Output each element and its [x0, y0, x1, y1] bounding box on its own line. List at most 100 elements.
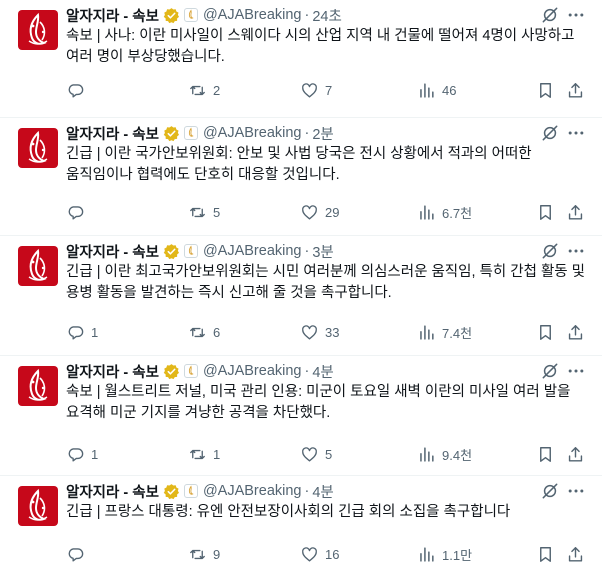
- like-button[interactable]: 29: [300, 202, 339, 222]
- tweet-text: 속보 | 월스트리트 저널, 미국 관리 인용: 미군이 토요일 새벽 이란의 …: [66, 384, 571, 421]
- author-name[interactable]: 알자지라 - 속보: [66, 5, 159, 26]
- reply-button[interactable]: [66, 80, 91, 100]
- view-count: 46: [442, 82, 457, 98]
- repost-count: 5: [213, 204, 221, 220]
- repost-button[interactable]: 2: [188, 80, 220, 100]
- bookmark-button[interactable]: [536, 444, 555, 464]
- avatar[interactable]: [18, 366, 58, 406]
- timestamp[interactable]: 4분: [312, 481, 333, 502]
- action-bar: 5 29 6.7천: [66, 202, 590, 222]
- action-bar: 1 6 33 7.4천: [66, 322, 590, 342]
- view-count: 6.7천: [442, 205, 473, 221]
- affiliate-badge-icon: [183, 364, 198, 378]
- avatar[interactable]: [18, 128, 58, 168]
- author-name[interactable]: 알자지라 - 속보: [66, 361, 159, 382]
- tweet-text: 긴급 | 프랑스 대통령: 유엔 안전보장이사회의 긴급 회의 소집을 촉구합니…: [66, 504, 511, 520]
- tweet[interactable]: 알자지라 - 속보 @AJABreaking · 3분 긴급 | 이란 최고국가…: [0, 236, 602, 356]
- reply-button[interactable]: [66, 202, 91, 222]
- reply-button[interactable]: 1: [66, 322, 98, 342]
- view-count: 1.1만: [442, 547, 473, 563]
- more-icon[interactable]: [566, 5, 586, 25]
- separator-dot: ·: [304, 7, 310, 23]
- like-button[interactable]: 7: [300, 80, 332, 100]
- like-button[interactable]: 33: [300, 322, 339, 342]
- verified-badge-icon: [163, 125, 180, 142]
- more-icon[interactable]: [566, 481, 586, 501]
- avatar[interactable]: [18, 10, 58, 50]
- repost-button[interactable]: 5: [188, 202, 220, 222]
- like-button[interactable]: 5: [300, 444, 332, 464]
- author-name[interactable]: 알자지라 - 속보: [66, 123, 159, 144]
- view-count: 9.4천: [442, 447, 473, 463]
- tweet[interactable]: 알자지라 - 속보 @AJABreaking · 4분 긴급 | 프랑스 대통령…: [0, 476, 602, 583]
- views-button[interactable]: 46: [417, 80, 456, 100]
- tweet-header: 알자지라 - 속보 @AJABreaking · 3분: [66, 241, 334, 261]
- share-button[interactable]: [566, 444, 585, 464]
- share-button[interactable]: [566, 80, 585, 100]
- views-button[interactable]: 9.4천: [417, 444, 472, 464]
- like-button[interactable]: 16: [300, 544, 339, 564]
- bookmark-button[interactable]: [536, 202, 555, 222]
- reply-button[interactable]: [66, 544, 91, 564]
- views-icon: [420, 204, 434, 220]
- grok-icon[interactable]: [540, 123, 560, 143]
- author-handle[interactable]: @AJABreaking: [203, 363, 302, 379]
- tweet-text: 긴급 | 이란 최고국가안보위원회는 시민 여러분께 의심스러운 움직임, 특히…: [66, 264, 586, 301]
- affiliate-badge-icon: [183, 484, 198, 498]
- tweet[interactable]: 알자지라 - 속보 @AJABreaking · 2분 긴급 | 이란 국가안보…: [0, 118, 602, 236]
- tweet[interactable]: 알자지라 - 속보 @AJABreaking · 24초 속보 | 사나: 이란…: [0, 0, 602, 118]
- repost-button[interactable]: 9: [188, 544, 220, 564]
- author-handle[interactable]: @AJABreaking: [203, 243, 302, 259]
- author-handle[interactable]: @AJABreaking: [203, 483, 302, 499]
- reply-icon: [68, 547, 84, 562]
- timestamp[interactable]: 4분: [312, 361, 333, 382]
- repost-button[interactable]: 6: [188, 322, 220, 342]
- reply-button[interactable]: 1: [66, 444, 98, 464]
- timestamp[interactable]: 24초: [312, 5, 341, 26]
- tweet-header: 알자지라 - 속보 @AJABreaking · 4분: [66, 361, 334, 381]
- author-name[interactable]: 알자지라 - 속보: [66, 481, 159, 502]
- bookmark-icon: [540, 546, 551, 562]
- bookmark-button[interactable]: [536, 322, 555, 342]
- author-handle[interactable]: @AJABreaking: [203, 7, 302, 23]
- grok-icon[interactable]: [540, 361, 560, 381]
- bookmark-button[interactable]: [536, 80, 555, 100]
- share-button[interactable]: [566, 322, 585, 342]
- share-button[interactable]: [566, 202, 585, 222]
- timestamp[interactable]: 2분: [312, 123, 333, 144]
- avatar[interactable]: [18, 246, 58, 286]
- repost-icon: [190, 449, 205, 459]
- more-icon[interactable]: [566, 361, 586, 381]
- repost-count: 2: [213, 82, 221, 98]
- repost-count: 1: [213, 446, 221, 462]
- grok-icon[interactable]: [540, 5, 560, 25]
- grok-icon[interactable]: [540, 241, 560, 261]
- like-icon: [302, 82, 317, 98]
- timeline-feed: 알자지라 - 속보 @AJABreaking · 24초 속보 | 사나: 이란…: [0, 0, 602, 583]
- author-handle[interactable]: @AJABreaking: [203, 125, 302, 141]
- more-icon[interactable]: [566, 241, 586, 261]
- tweet-text: 속보 | 사나: 이란 미사일이 스웨이다 시의 산업 지역 내 건물에 떨어져…: [66, 28, 575, 65]
- like-count: 7: [325, 82, 333, 98]
- share-icon: [568, 546, 583, 562]
- action-bar: 9 16 1.1만: [66, 544, 590, 564]
- avatar[interactable]: [18, 486, 58, 526]
- timestamp[interactable]: 3분: [312, 241, 333, 262]
- share-button[interactable]: [566, 544, 585, 564]
- views-button[interactable]: 1.1만: [417, 544, 472, 564]
- like-icon: [302, 204, 317, 220]
- affiliate-badge-icon: [183, 8, 198, 22]
- like-count: 16: [325, 546, 340, 562]
- author-name[interactable]: 알자지라 - 속보: [66, 241, 159, 262]
- tweet-text: 긴급 | 이란 국가안보위원회: 안보 및 사법 당국은 전시 상황에서 적과의…: [66, 146, 532, 183]
- repost-icon: [190, 327, 205, 337]
- more-icon[interactable]: [566, 123, 586, 143]
- repost-button[interactable]: 1: [188, 444, 220, 464]
- views-button[interactable]: 7.4천: [417, 322, 472, 342]
- views-button[interactable]: 6.7천: [417, 202, 472, 222]
- grok-icon[interactable]: [540, 481, 560, 501]
- aljazeera-logo: [18, 366, 58, 406]
- separator-dot: ·: [304, 243, 310, 259]
- tweet[interactable]: 알자지라 - 속보 @AJABreaking · 4분 속보 | 월스트리트 저…: [0, 356, 602, 476]
- bookmark-button[interactable]: [536, 544, 555, 564]
